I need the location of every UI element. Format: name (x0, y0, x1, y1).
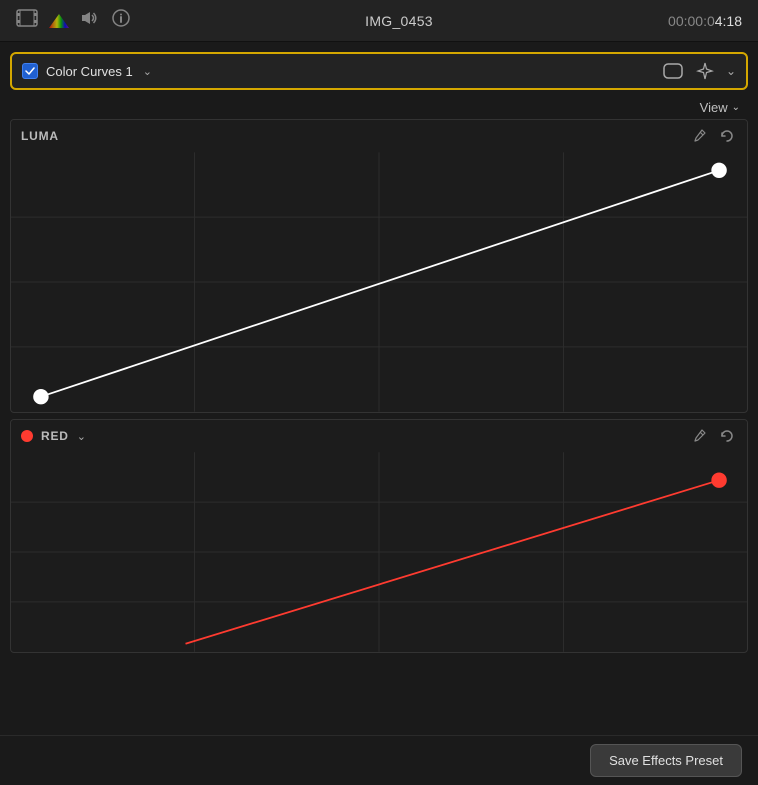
effect-enable-checkbox[interactable] (22, 63, 38, 79)
timecode: 00:00:04:18 (668, 13, 742, 29)
red-curve-header: RED ⌄ (11, 420, 747, 452)
effect-name: Color Curves 1 (46, 64, 133, 79)
timecode-suffix: 4:18 (715, 13, 742, 29)
timecode-prefix: 00:00:0 (668, 13, 715, 29)
red-curve-canvas[interactable] (11, 452, 747, 652)
red-reset-icon[interactable] (717, 426, 737, 446)
magic-icon[interactable] (694, 60, 716, 82)
effect-name-chevron[interactable]: ⌄ (143, 65, 152, 78)
view-button[interactable]: View ⌄ (696, 98, 744, 117)
red-label-chevron[interactable]: ⌄ (77, 430, 86, 443)
luma-curve-header: LUMA (11, 120, 747, 152)
save-effects-preset-button[interactable]: Save Effects Preset (590, 744, 742, 777)
red-label: RED (41, 429, 69, 443)
file-title: IMG_0453 (365, 13, 433, 29)
luma-eyedropper-icon[interactable] (689, 126, 709, 146)
mask-icon[interactable] (662, 60, 684, 82)
view-label: View (700, 100, 728, 115)
view-row: View ⌄ (0, 94, 758, 119)
info-icon[interactable] (112, 9, 130, 32)
effect-header: Color Curves 1 ⌄ ⌄ (10, 52, 748, 90)
speaker-icon[interactable] (80, 9, 102, 32)
luma-header-icons (689, 126, 737, 146)
top-bar-icons (16, 9, 130, 32)
luma-reset-icon[interactable] (717, 126, 737, 146)
effect-header-chevron[interactable]: ⌄ (726, 64, 736, 78)
view-chevron-icon: ⌄ (732, 102, 740, 113)
prism-icon[interactable] (48, 12, 70, 30)
red-header-icons (689, 426, 737, 446)
film-icon[interactable] (16, 9, 38, 32)
red-eyedropper-icon[interactable] (689, 426, 709, 446)
effect-header-left: Color Curves 1 ⌄ (22, 63, 662, 79)
top-bar: IMG_0453 00:00:04:18 (0, 0, 758, 42)
red-curve-section: RED ⌄ (10, 419, 748, 653)
bottom-bar: Save Effects Preset (0, 735, 758, 785)
red-dot (21, 430, 33, 442)
luma-label: LUMA (21, 129, 59, 143)
red-label-group: RED ⌄ (21, 429, 86, 443)
luma-curve-section: LUMA (10, 119, 748, 413)
effect-header-right: ⌄ (662, 60, 736, 82)
luma-curve-canvas[interactable] (11, 152, 747, 412)
